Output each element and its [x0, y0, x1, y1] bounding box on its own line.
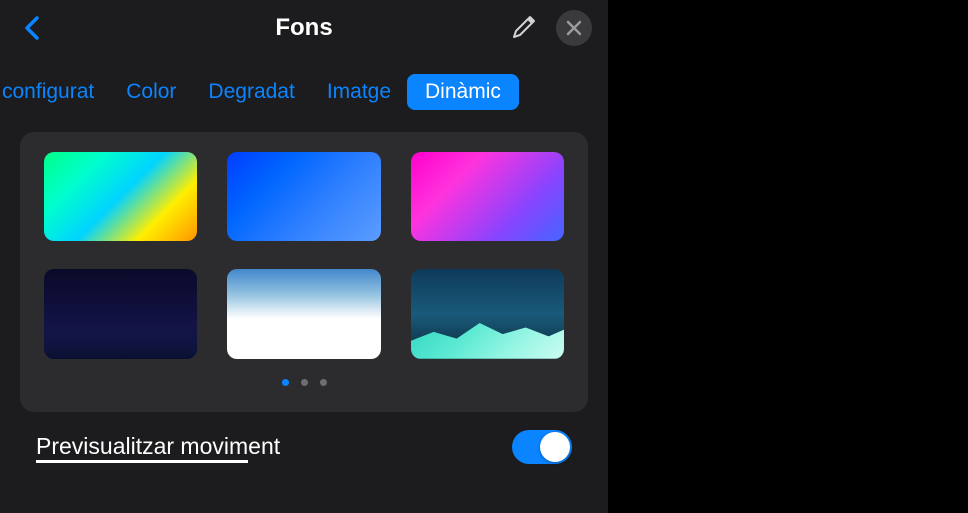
tab-preconfigured[interactable]: configurat: [0, 74, 110, 110]
preview-motion-label: Previsualitzar moviment: [36, 433, 280, 460]
preview-motion-text: Previsualitzar moviment: [36, 433, 280, 459]
eyedropper-icon: [510, 15, 536, 41]
page-dot-2[interactable]: [301, 379, 308, 386]
background-option-5[interactable]: [227, 269, 380, 358]
background-settings-panel: Fons configurat Color Degradat Imatge Di…: [0, 0, 608, 513]
thumbnails-card: [20, 132, 588, 412]
page-dot-1[interactable]: [282, 379, 289, 386]
eyedropper-button[interactable]: [508, 13, 538, 43]
underline-decoration: [36, 460, 248, 463]
background-option-3[interactable]: [411, 152, 564, 241]
preview-motion-toggle[interactable]: [512, 430, 572, 464]
header-actions: [508, 10, 592, 46]
thumbnail-grid: [44, 152, 564, 359]
panel-title: Fons: [275, 14, 332, 42]
page-dot-3[interactable]: [320, 379, 327, 386]
chevron-left-icon: [22, 15, 40, 41]
background-option-2[interactable]: [227, 152, 380, 241]
close-icon: [566, 20, 582, 36]
category-tabs: configurat Color Degradat Imatge Dinàmic: [0, 56, 608, 132]
toggle-knob: [540, 432, 570, 462]
tab-gradient[interactable]: Degradat: [192, 74, 310, 110]
back-button[interactable]: [16, 13, 46, 43]
tab-image[interactable]: Imatge: [311, 74, 407, 110]
background-option-6[interactable]: [411, 269, 564, 358]
panel-header: Fons: [0, 0, 608, 56]
close-button[interactable]: [556, 10, 592, 46]
background-option-4[interactable]: [44, 269, 197, 358]
preview-motion-row: Previsualitzar moviment: [0, 412, 608, 464]
pagination-dots: [44, 379, 564, 386]
tab-dynamic[interactable]: Dinàmic: [407, 74, 519, 110]
tab-color[interactable]: Color: [110, 74, 192, 110]
background-option-1[interactable]: [44, 152, 197, 241]
